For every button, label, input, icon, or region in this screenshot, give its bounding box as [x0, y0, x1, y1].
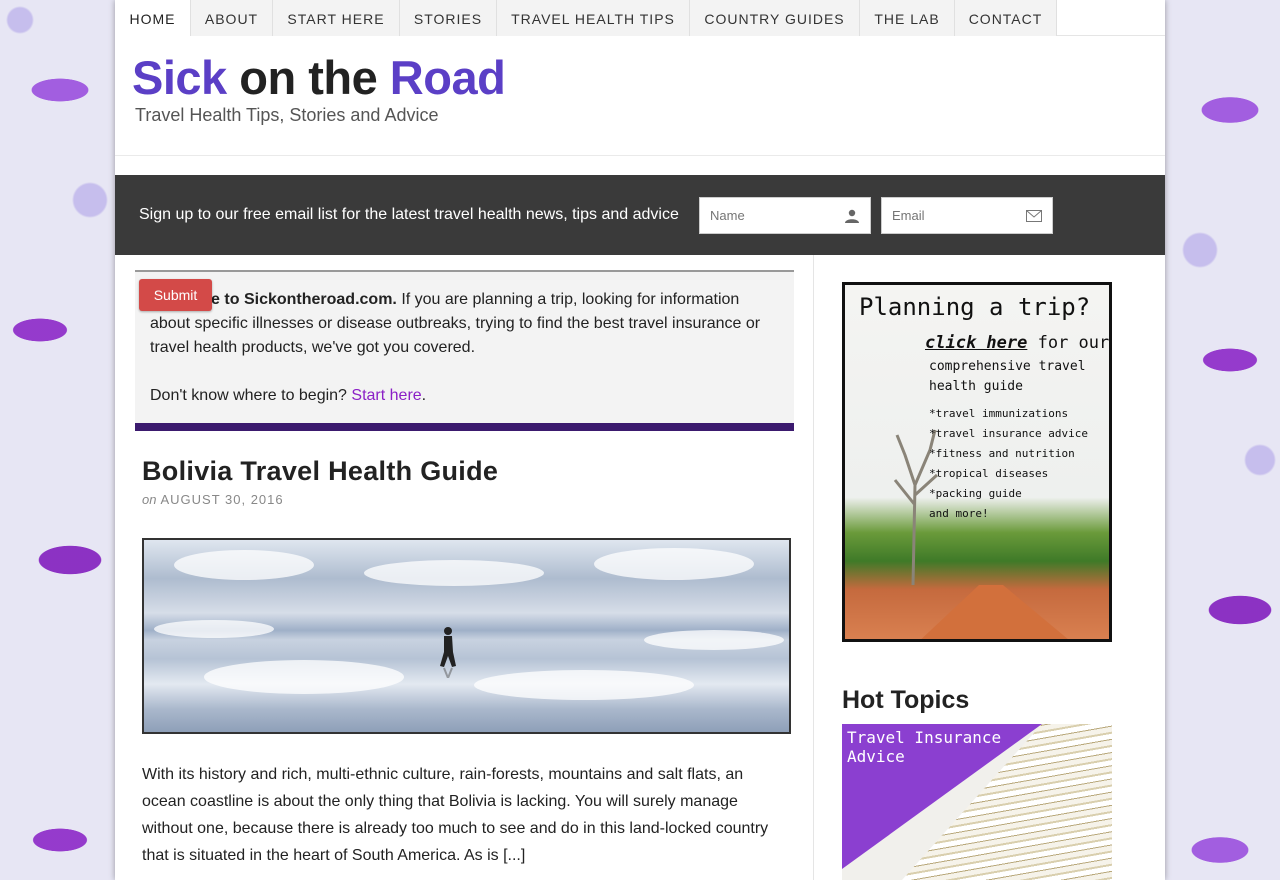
ad-bullet: *packing guide: [929, 487, 1022, 500]
sidebar-divider: [813, 255, 814, 880]
signup-bar: Sign up to our free email list for the l…: [115, 175, 1165, 255]
logo-word-sick: Sick: [132, 51, 227, 104]
email-field[interactable]: [881, 197, 1053, 234]
post-excerpt: With its history and rich, multi-ethnic …: [142, 766, 769, 864]
signup-text: Sign up to our free email list for the l…: [139, 206, 679, 223]
post-date: AUGUST 30, 2016: [160, 492, 284, 507]
post-featured-image[interactable]: [142, 538, 791, 734]
user-icon: [845, 209, 859, 223]
nav-item-start-here[interactable]: START HERE: [273, 0, 400, 36]
nav-item-stories[interactable]: STORIES: [400, 0, 497, 36]
ad-bullet: *tropical diseases: [929, 467, 1049, 480]
ad-headline: Planning a trip?: [859, 293, 1091, 321]
welcome-begin: Don't know where to begin? Start here.: [150, 384, 780, 408]
ad-line-health-guide: health guide: [929, 379, 1023, 394]
main-nav: HOME ABOUT START HERE STORIES TRAVEL HEA…: [115, 0, 1165, 36]
begin-end: .: [421, 387, 427, 404]
nav-item-contact[interactable]: CONTACT: [955, 0, 1057, 36]
nav-item-about[interactable]: ABOUT: [191, 0, 273, 36]
post-meta-on: on: [142, 492, 157, 507]
travel-insurance-card[interactable]: Travel Insurance Advice: [842, 724, 1112, 880]
nav-item-the-lab[interactable]: THE LAB: [860, 0, 955, 36]
submit-button[interactable]: Submit: [139, 279, 212, 311]
ad-line-comprehensive: comprehensive travel: [929, 359, 1086, 374]
site-tagline: Travel Health Tips, Stories and Advice: [135, 105, 439, 125]
header-divider: [115, 155, 1165, 156]
card-label: Travel Insurance Advice: [847, 728, 1002, 766]
ad-bullet: *travel insurance advice: [929, 427, 1088, 440]
ad-bullet: and more!: [929, 507, 989, 520]
logo-word-road: Road: [389, 51, 506, 104]
post-meta: on AUGUST 30, 2016: [142, 492, 284, 507]
ad-bullet: *fitness and nutrition: [929, 447, 1075, 460]
begin-text: Don't know where to begin?: [150, 387, 352, 404]
post-title[interactable]: Bolivia Travel Health Guide: [142, 456, 498, 487]
ad-click-here[interactable]: click here: [925, 333, 1027, 353]
walking-person-silhouette: [440, 627, 456, 678]
hot-topics-title: Hot Topics: [842, 686, 970, 714]
start-here-link[interactable]: Start here: [351, 387, 421, 404]
nav-item-country-guides[interactable]: COUNTRY GUIDES: [690, 0, 860, 36]
ad-click-line: click here for our: [925, 333, 1109, 353]
ad-bullet: *travel immunizations: [929, 407, 1069, 420]
site-logo[interactable]: Sick on the Road: [132, 50, 506, 106]
logo-words-on-the: on the: [239, 51, 378, 104]
nav-item-travel-health-tips[interactable]: TRAVEL HEALTH TIPS: [497, 0, 690, 36]
dirt-road-illustration: [915, 585, 1075, 639]
envelope-icon: [1026, 210, 1042, 222]
welcome-intro: Welcome to Sickontheroad.com. If you are…: [150, 288, 780, 360]
ad-for-our: for our: [1027, 333, 1110, 353]
nav-item-home[interactable]: HOME: [115, 0, 191, 36]
name-field[interactable]: [699, 197, 871, 234]
planning-trip-banner[interactable]: Planning a trip? click here for our comp…: [842, 282, 1112, 642]
page-container: HOME ABOUT START HERE STORIES TRAVEL HEA…: [115, 0, 1165, 880]
welcome-box: Welcome to Sickontheroad.com. If you are…: [135, 270, 794, 431]
